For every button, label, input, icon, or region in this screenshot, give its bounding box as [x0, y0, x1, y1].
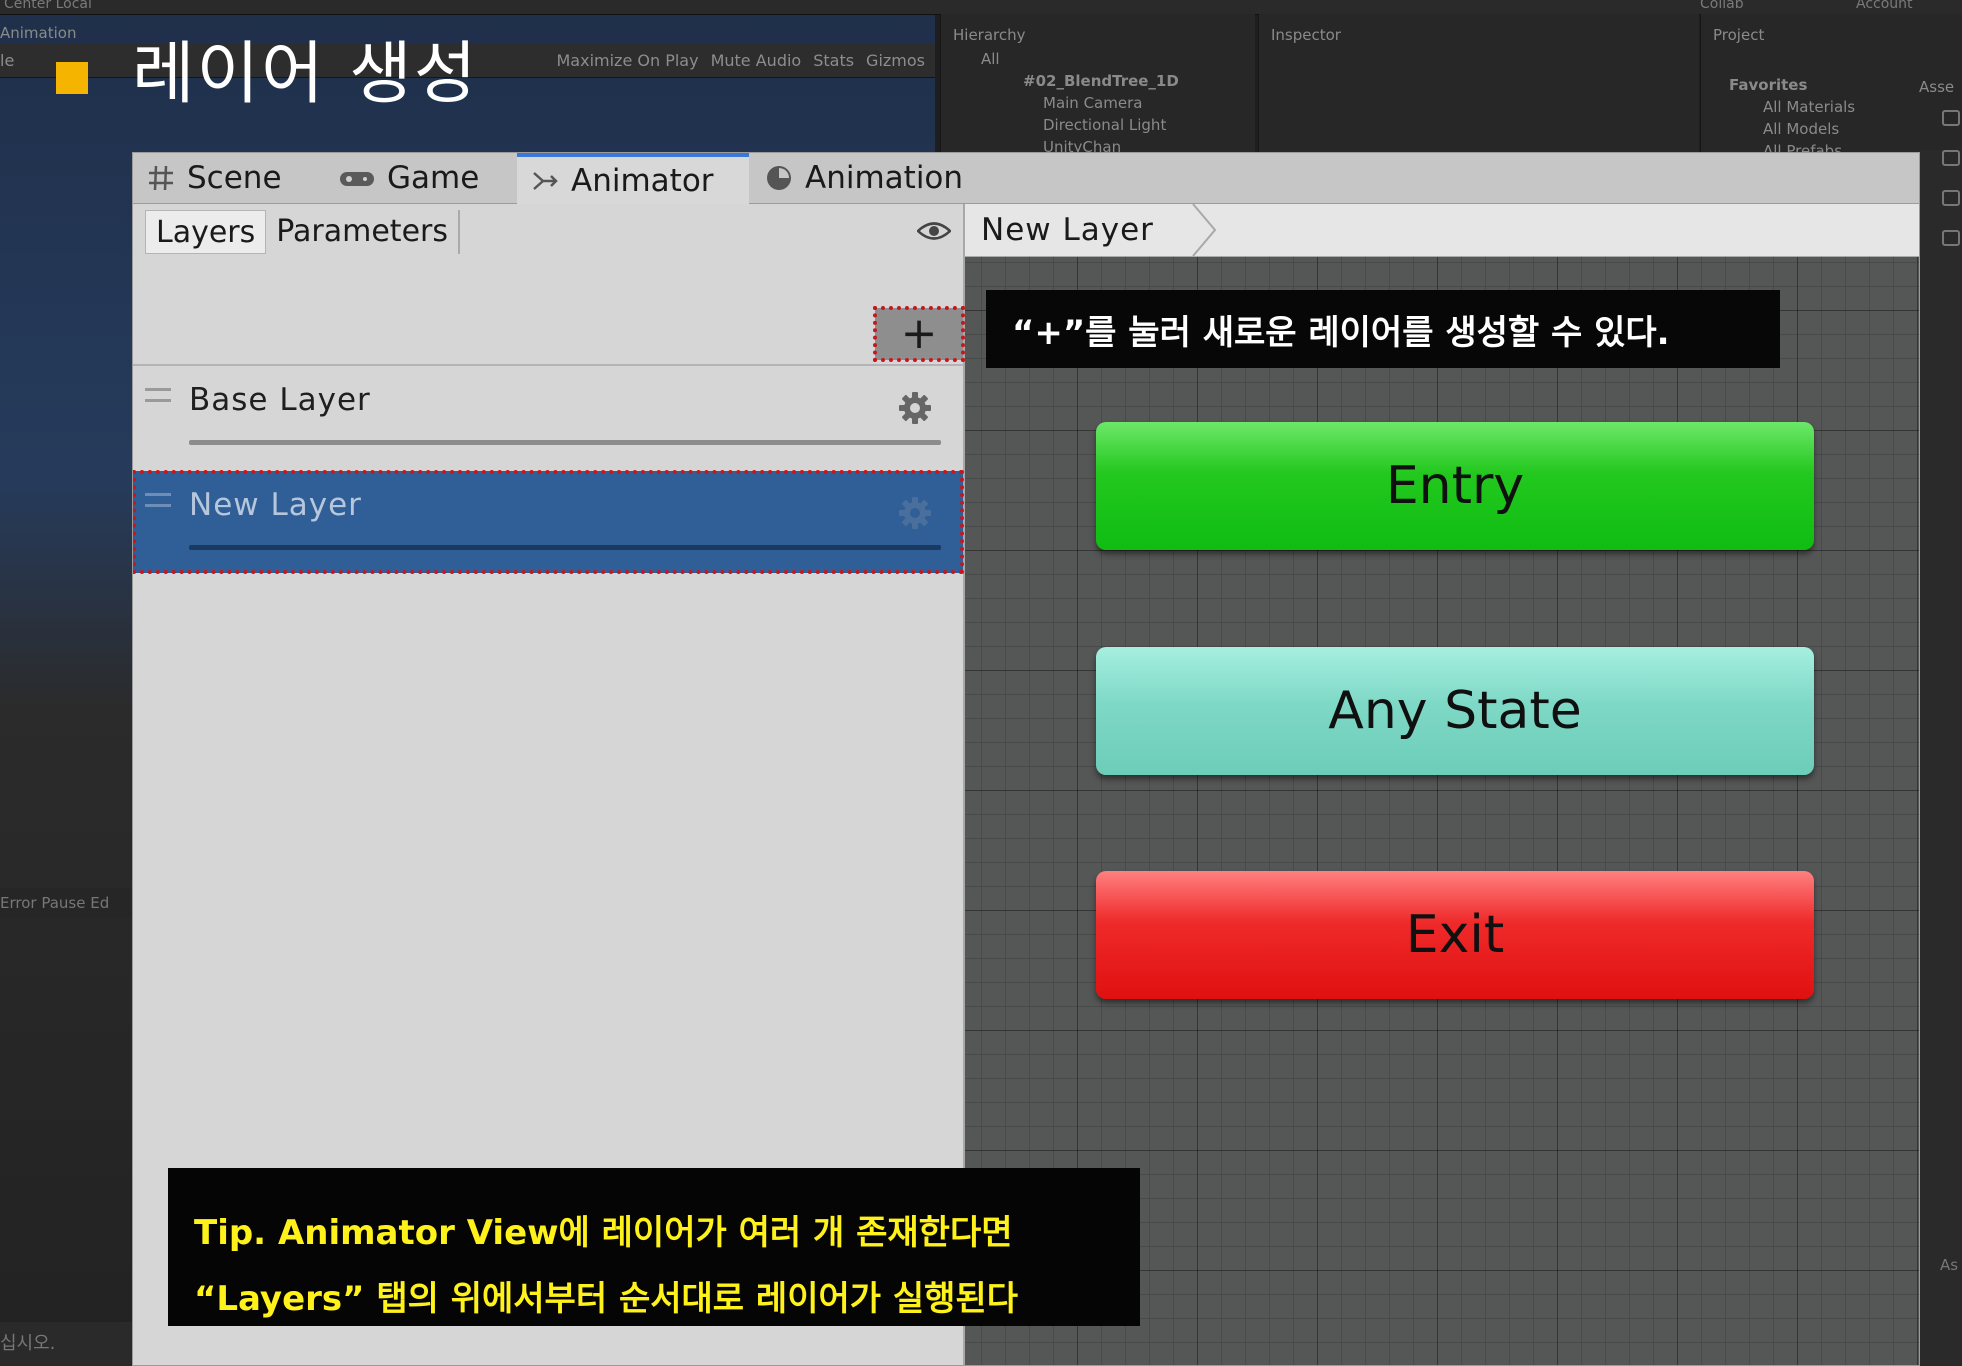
drag-handle-icon[interactable]	[145, 388, 171, 402]
drag-handle-icon[interactable]	[145, 493, 171, 507]
mute-audio-toggle[interactable]: Mute Audio	[711, 51, 802, 70]
project-title: Project	[1713, 26, 1765, 44]
state-node-any-state[interactable]: Any State	[1096, 647, 1814, 775]
tab-layers[interactable]: Layers	[145, 210, 267, 254]
background-project-panel: Project Favorites Asse All Materials All…	[1700, 14, 1962, 160]
tab-animator[interactable]: Animator	[517, 153, 749, 204]
tab-parameters[interactable]: Parameters	[266, 210, 460, 254]
add-layer-hint: “+”를 눌러 새로운 레이어를 생성할 수 있다.	[986, 290, 1780, 368]
gear-icon[interactable]	[897, 390, 933, 426]
layer-item-base-layer[interactable]: Base Layer	[133, 366, 963, 466]
state-node-any-state-label: Any State	[1328, 681, 1582, 741]
tab-scene-label: Scene	[187, 160, 282, 196]
state-node-entry-label: Entry	[1385, 456, 1525, 516]
project-row[interactable]: All Models	[1763, 120, 1839, 138]
plus-icon: +	[900, 308, 938, 359]
stats-toggle[interactable]: Stats	[813, 51, 854, 70]
tab-animation[interactable]: Animation	[751, 153, 977, 203]
background-animation-tab: Animation	[0, 24, 76, 42]
tip-line-2: “Layers” 탭의 위에서부터 순서대로 레이어가 실행된다	[194, 1279, 1018, 1319]
hierarchy-title: Hierarchy	[953, 26, 1026, 44]
side-label: As	[1940, 1256, 1959, 1274]
gear-icon[interactable]	[897, 495, 933, 531]
layer-name: New Layer	[189, 487, 362, 523]
grid-icon	[147, 164, 175, 192]
eye-icon[interactable]	[916, 220, 952, 242]
gizmos-dropdown[interactable]: Gizmos	[866, 51, 925, 70]
inspector-title: Inspector	[1271, 26, 1341, 44]
status-text: 십시오.	[0, 1333, 56, 1354]
background-animation-tab-label: Animation	[0, 24, 77, 42]
animator-icon	[531, 167, 559, 195]
background-inspector-panel: Inspector	[1258, 14, 1699, 152]
clock-icon	[765, 164, 793, 192]
slide-title: 레이어 생성	[132, 35, 479, 114]
project-favorites[interactable]: Favorites	[1729, 76, 1807, 94]
maximize-on-play-toggle[interactable]: Maximize On Play	[557, 51, 699, 70]
asset-icon	[1942, 190, 1960, 206]
asset-icon	[1942, 150, 1960, 166]
tip-box: Tip. Animator View에 레이어가 여러 개 존재한다면 “Lay…	[168, 1168, 1140, 1326]
project-row[interactable]: All Materials	[1763, 98, 1855, 116]
lock-icon	[1942, 110, 1960, 126]
background-hierarchy-panel: Hierarchy All #02_BlendTree_1D Main Came…	[940, 14, 1255, 156]
tab-game[interactable]: Game	[325, 153, 493, 203]
console-strip-label: Error Pause Ed	[0, 894, 110, 912]
add-layer-button[interactable]: +	[873, 306, 965, 362]
layers-subtab-row: Layers Parameters	[145, 210, 460, 254]
breadcrumb-item-new-layer[interactable]: New Layer	[981, 204, 1154, 256]
topbar-pivot-label: Center Local	[4, 0, 92, 12]
background-console-strip: Error Pause Ed	[0, 888, 132, 918]
add-layer-hint-text: “+”를 눌러 새로운 레이어를 생성할 수 있다.	[1012, 312, 1670, 353]
state-node-exit-label: Exit	[1405, 905, 1505, 965]
layer-weight-bar	[189, 545, 941, 550]
editor-tab-bar: Scene Game Animator Animation	[133, 153, 1919, 204]
layer-item-new-layer[interactable]: New Layer	[133, 470, 964, 574]
chevron-right-icon	[1189, 203, 1219, 257]
tab-animator-label: Animator	[571, 162, 714, 199]
tab-game-label: Game	[387, 160, 480, 196]
state-node-entry[interactable]: Entry	[1096, 422, 1814, 550]
background-topbar: Center Local Collab Account	[0, 0, 1962, 15]
background-right-strip: As	[1920, 150, 1962, 1366]
layer-weight-bar	[189, 440, 941, 445]
hierarchy-row[interactable]: Main Camera	[1043, 94, 1142, 112]
project-assets-label: Asse	[1919, 78, 1955, 96]
hierarchy-search[interactable]: All	[981, 50, 1000, 68]
tab-animation-label: Animation	[805, 160, 964, 196]
hierarchy-row[interactable]: #02_BlendTree_1D	[1023, 72, 1179, 90]
layer-name: Base Layer	[189, 382, 371, 418]
account-button[interactable]: Account	[1856, 0, 1913, 12]
tip-line-1: Tip. Animator View에 레이어가 여러 개 존재한다면	[194, 1213, 1013, 1253]
tab-scene[interactable]: Scene	[133, 153, 296, 203]
state-node-exit[interactable]: Exit	[1096, 871, 1814, 999]
background-status-bar: 십시오.	[0, 1322, 132, 1366]
collab-button[interactable]: Collab	[1700, 0, 1744, 12]
breadcrumb: New Layer	[965, 203, 1919, 257]
gamepad-icon	[339, 164, 375, 192]
hierarchy-row[interactable]: Directional Light	[1043, 116, 1166, 134]
background-game-sub-label: le	[0, 51, 15, 70]
slide-bullet-icon	[56, 62, 88, 94]
asset-icon	[1942, 230, 1960, 246]
